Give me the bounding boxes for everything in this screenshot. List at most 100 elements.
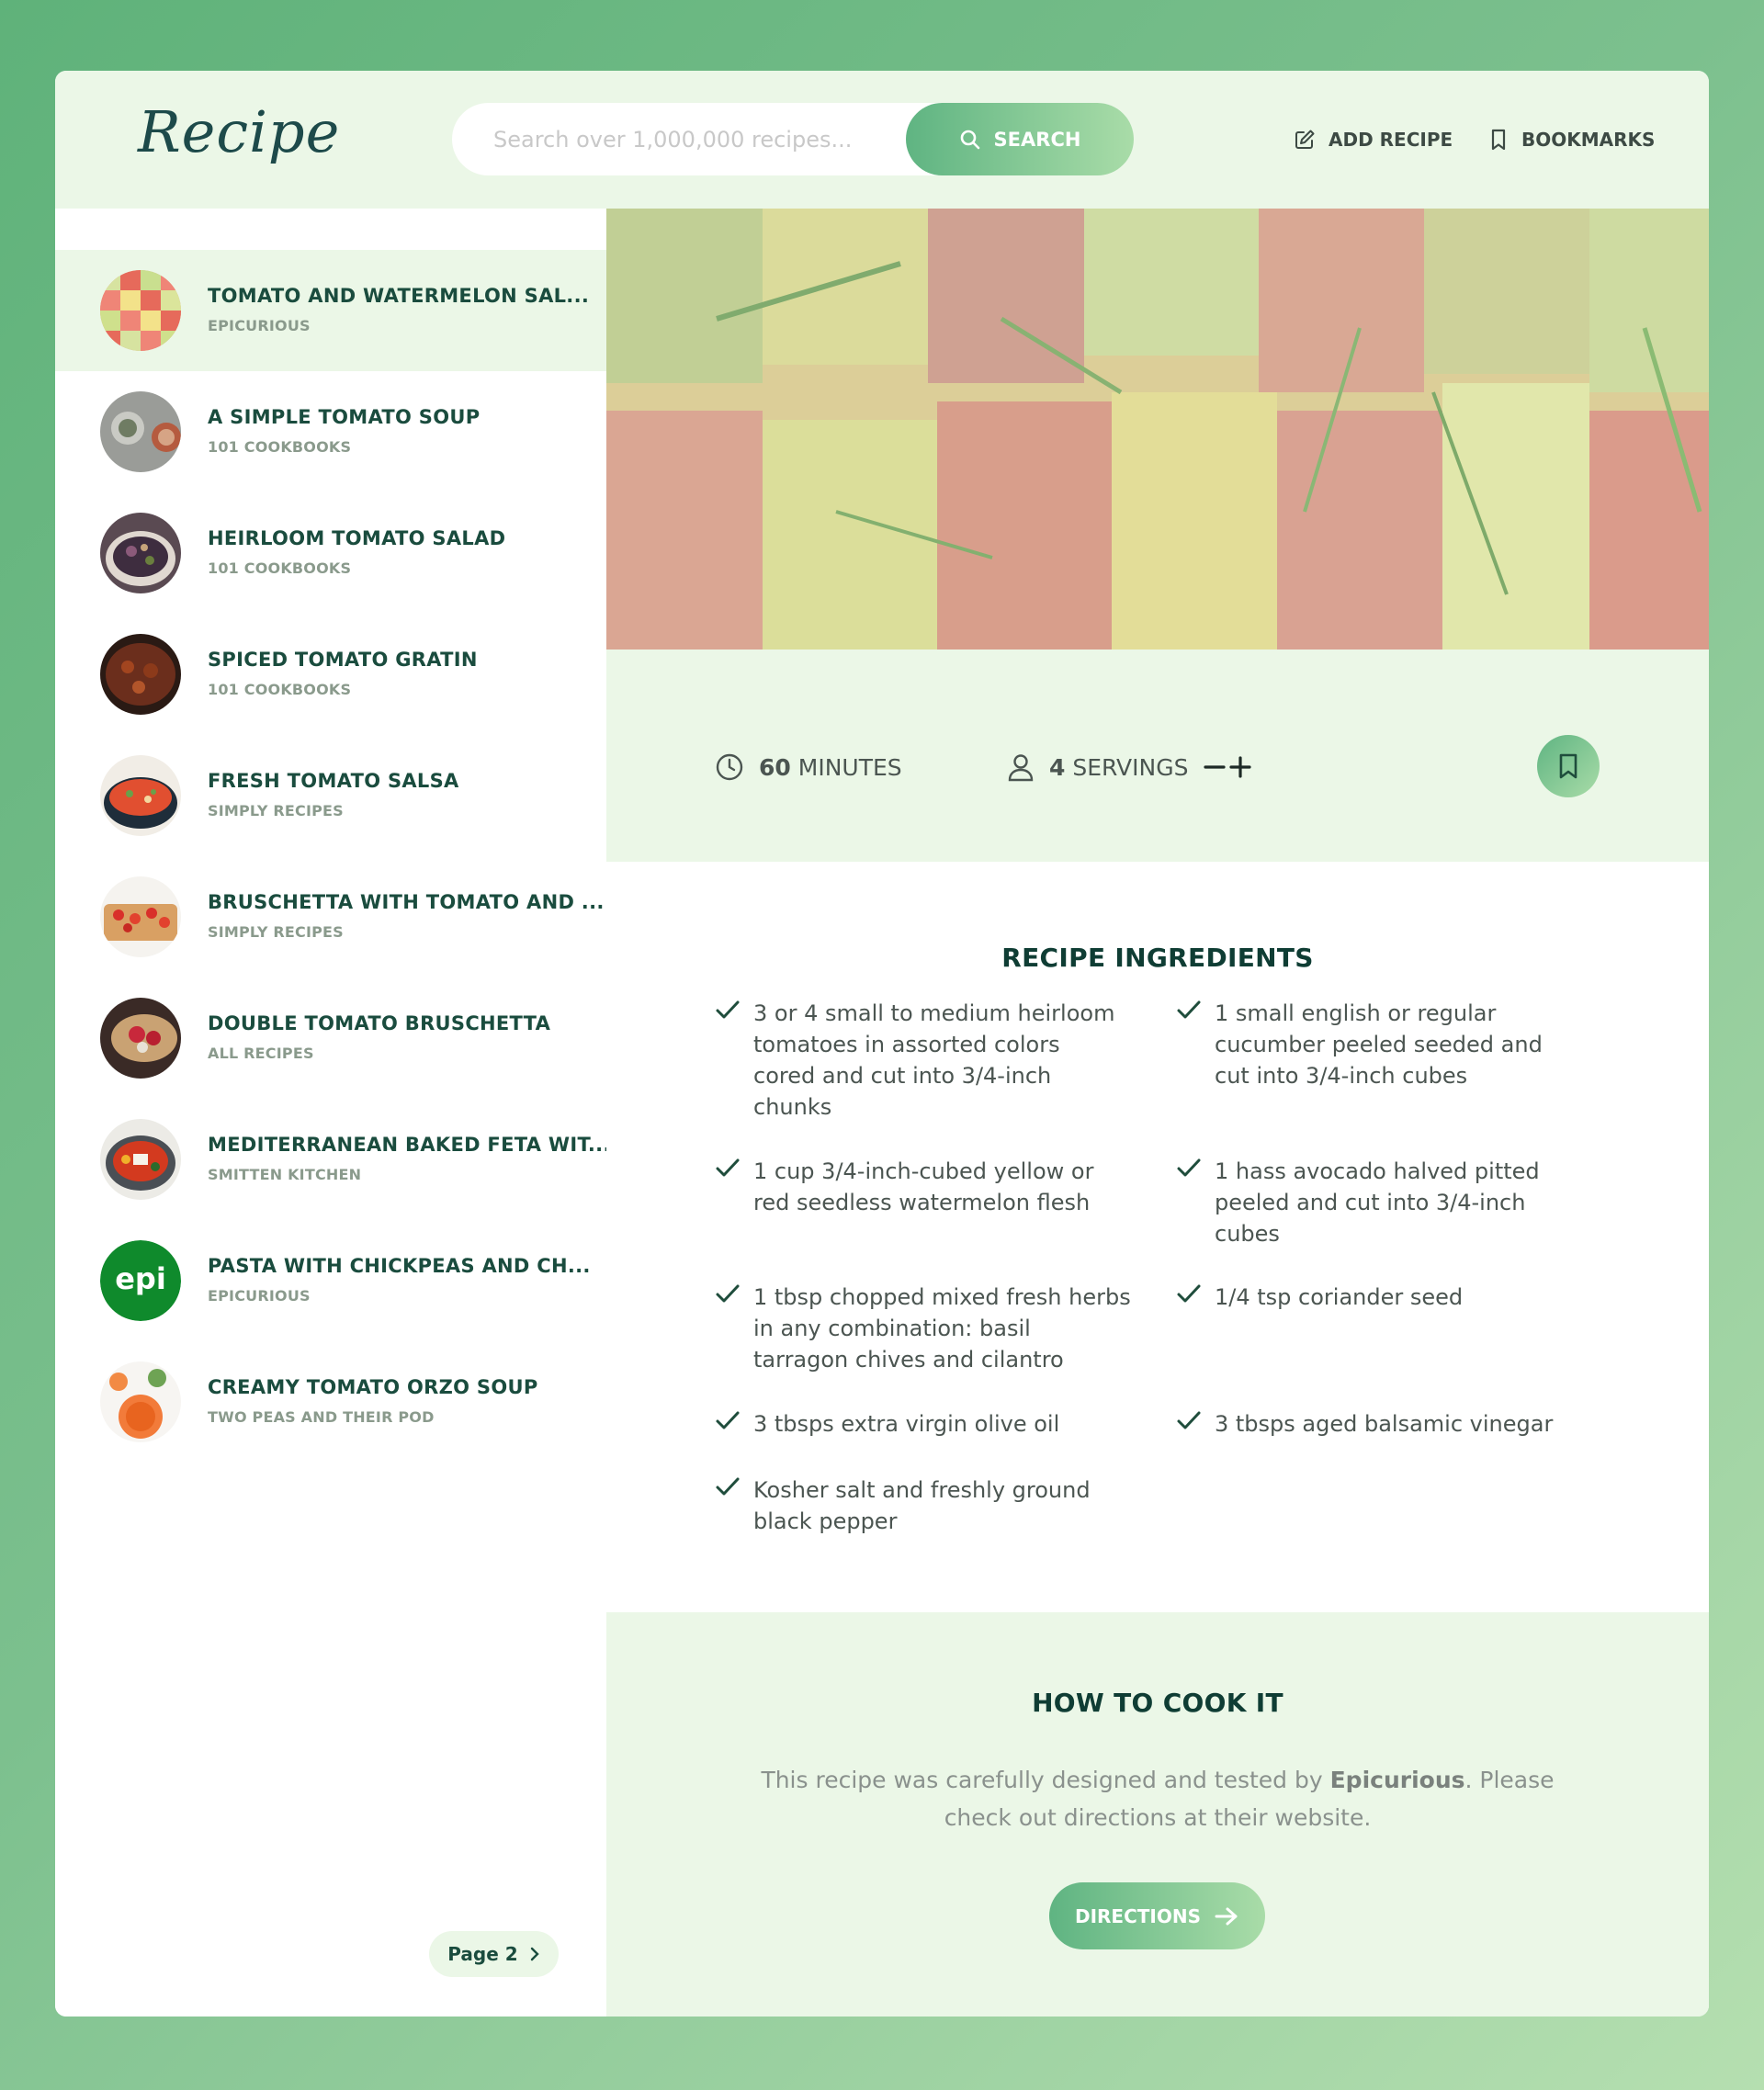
search-button-label: SEARCH — [993, 128, 1081, 151]
check-icon — [1177, 1411, 1201, 1429]
check-icon — [716, 1411, 740, 1429]
result-publisher: 101 COOKBOOKS — [208, 438, 352, 456]
ingredient-text: Kosher salt and freshly ground black pep… — [753, 1477, 1091, 1534]
arrow-right-icon — [1215, 1907, 1238, 1925]
result-title: HEIRLOOM TOMATO SALAD — [208, 527, 506, 549]
bookmarks-button[interactable]: BOOKMARKS — [1488, 121, 1655, 158]
cook-time-value: 60 — [759, 753, 791, 781]
how-to-cook-pre: This recipe was carefully designed and t… — [761, 1767, 1330, 1793]
result-title: MEDITERRANEAN BAKED FETA WIT... — [208, 1134, 611, 1156]
search-button[interactable]: SEARCH — [906, 103, 1134, 175]
check-icon — [1177, 1000, 1201, 1019]
next-page-button[interactable]: Page 2 — [429, 1931, 559, 1977]
cook-time-unit: MINUTES — [797, 753, 902, 781]
result-publisher: ALL RECIPES — [208, 1045, 314, 1062]
search-bar: SEARCH — [452, 103, 1134, 175]
recipe-thumbnail — [100, 391, 181, 472]
clock-icon — [716, 753, 743, 781]
recipe-thumbnail — [100, 755, 181, 836]
recipe-image — [606, 209, 1709, 650]
ingredient-item: 3 tbsps aged balsamic vinegar — [1176, 1408, 1553, 1440]
recipe-thumbnail — [100, 270, 181, 351]
servings-unit: SERVINGS — [1072, 753, 1189, 781]
epi-logo-text: epi — [115, 1261, 166, 1296]
result-item[interactable]: A SIMPLE TOMATO SOUP 101 COOKBOOKS — [55, 371, 606, 492]
minus-icon — [1204, 765, 1227, 769]
recipe-publisher: Epicurious — [1329, 1767, 1465, 1793]
ingredients-section: RECIPE INGREDIENTS 3 or 4 small to mediu… — [606, 862, 1709, 1612]
decrease-servings-button[interactable] — [1203, 755, 1227, 779]
result-item[interactable]: SPICED TOMATO GRATIN 101 COOKBOOKS — [55, 614, 606, 735]
result-title: SPICED TOMATO GRATIN — [208, 649, 478, 671]
search-input[interactable] — [493, 103, 879, 175]
ingredient-item: Kosher salt and freshly ground black pep… — [715, 1474, 1091, 1537]
search-icon — [960, 130, 979, 149]
result-publisher: 101 COOKBOOKS — [208, 681, 352, 698]
how-to-cook-section: HOW TO COOK IT This recipe was carefully… — [606, 1612, 1709, 2017]
result-item[interactable]: BRUSCHETTA WITH TOMATO AND ... SIMPLY RE… — [55, 856, 606, 977]
search-results: TOMATO AND WATERMELON SAL... EPICURIOUS … — [55, 209, 610, 2017]
check-icon — [716, 1284, 740, 1303]
result-item[interactable]: FRESH TOMATO SALSA SIMPLY RECIPES — [55, 735, 606, 856]
result-publisher: TWO PEAS AND THEIR POD — [208, 1408, 435, 1426]
check-icon — [1177, 1284, 1201, 1303]
result-title: TOMATO AND WATERMELON SAL... — [208, 285, 590, 307]
bookmark-recipe-button[interactable] — [1537, 735, 1600, 797]
ingredient-text: 1 hass avocado halved pitted peeled and … — [1215, 1158, 1540, 1247]
ingredient-item: 1 tbsp chopped mixed fresh herbs in any … — [715, 1282, 1131, 1375]
recipe-thumbnail — [100, 998, 181, 1079]
check-icon — [716, 1158, 740, 1177]
ingredient-text: 3 tbsps extra virgin olive oil — [753, 1411, 1060, 1437]
recipe-thumbnail — [100, 876, 181, 957]
result-publisher: SMITTEN KITCHEN — [208, 1166, 362, 1183]
recipe-view: 60 MINUTES 4 SERVINGS RECIPE INGREDIENTS — [606, 209, 1709, 2017]
recipe-thumbnail — [100, 513, 181, 593]
add-recipe-label: ADD RECIPE — [1329, 129, 1453, 151]
check-icon — [716, 1000, 740, 1019]
add-recipe-button[interactable]: ADD RECIPE — [1294, 121, 1453, 158]
result-title: PASTA WITH CHICKPEAS AND CH... — [208, 1255, 591, 1277]
result-title: A SIMPLE TOMATO SOUP — [208, 406, 481, 428]
recipe-thumbnail — [100, 634, 181, 715]
result-title: DOUBLE TOMATO BRUSCHETTA — [208, 1012, 551, 1034]
result-item[interactable]: CREAMY TOMATO ORZO SOUP TWO PEAS AND THE… — [55, 1341, 606, 1463]
ingredient-text: 3 or 4 small to medium heirloom tomatoes… — [753, 1000, 1115, 1120]
app-window: Recipe SEARCH ADD RECIPE BOOKMARKS TOMAT… — [55, 71, 1709, 2017]
result-item[interactable]: HEIRLOOM TOMATO SALAD 101 COOKBOOKS — [55, 492, 606, 614]
recipe-thumbnail — [100, 1361, 181, 1442]
ingredient-item: 1/4 tsp coriander seed — [1176, 1282, 1463, 1313]
next-page-label: Page 2 — [447, 1943, 518, 1965]
result-item[interactable]: TOMATO AND WATERMELON SAL... EPICURIOUS — [55, 250, 606, 371]
result-item[interactable]: MEDITERRANEAN BAKED FETA WIT... SMITTEN … — [55, 1099, 610, 1220]
result-publisher: EPICURIOUS — [208, 317, 311, 334]
directions-button[interactable]: DIRECTIONS — [1049, 1882, 1265, 1949]
how-to-cook-description: This recipe was carefully designed and t… — [744, 1761, 1571, 1836]
plus-icon — [1229, 756, 1252, 778]
bookmark-icon — [1491, 129, 1506, 151]
chevron-right-icon — [530, 1947, 539, 1961]
result-title: CREAMY TOMATO ORZO SOUP — [208, 1376, 538, 1398]
logo[interactable]: Recipe — [138, 98, 340, 165]
recipe-details: 60 MINUTES 4 SERVINGS — [606, 650, 1709, 862]
check-icon — [1177, 1158, 1201, 1177]
servings: 4 SERVINGS — [1007, 749, 1252, 785]
increase-servings-button[interactable] — [1228, 755, 1252, 779]
ingredient-item: 3 tbsps extra virgin olive oil — [715, 1408, 1059, 1440]
result-publisher: EPICURIOUS — [208, 1287, 311, 1305]
cook-time: 60 MINUTES — [715, 749, 902, 785]
ingredient-text: 3 tbsps aged balsamic vinegar — [1215, 1411, 1554, 1437]
ingredient-text: 1 cup 3/4-inch-cubed yellow or red seedl… — [753, 1158, 1094, 1215]
recipe-thumbnail — [100, 1119, 181, 1200]
result-item[interactable]: epi PASTA WITH CHICKPEAS AND CH... EPICU… — [55, 1220, 606, 1341]
bookmark-icon — [1559, 753, 1577, 779]
ingredient-item: 1 small english or regular cucumber peel… — [1176, 998, 1543, 1091]
edit-icon — [1295, 130, 1315, 149]
result-publisher: SIMPLY RECIPES — [208, 923, 344, 941]
result-item[interactable]: DOUBLE TOMATO BRUSCHETTA ALL RECIPES — [55, 977, 606, 1099]
servings-value: 4 — [1049, 753, 1066, 781]
recipe-thumbnail: epi — [100, 1240, 181, 1321]
header: Recipe SEARCH ADD RECIPE BOOKMARKS — [55, 71, 1709, 209]
ingredient-text: 1/4 tsp coriander seed — [1215, 1284, 1464, 1310]
person-icon — [1008, 754, 1034, 782]
ingredients-title: RECIPE INGREDIENTS — [1001, 943, 1314, 973]
